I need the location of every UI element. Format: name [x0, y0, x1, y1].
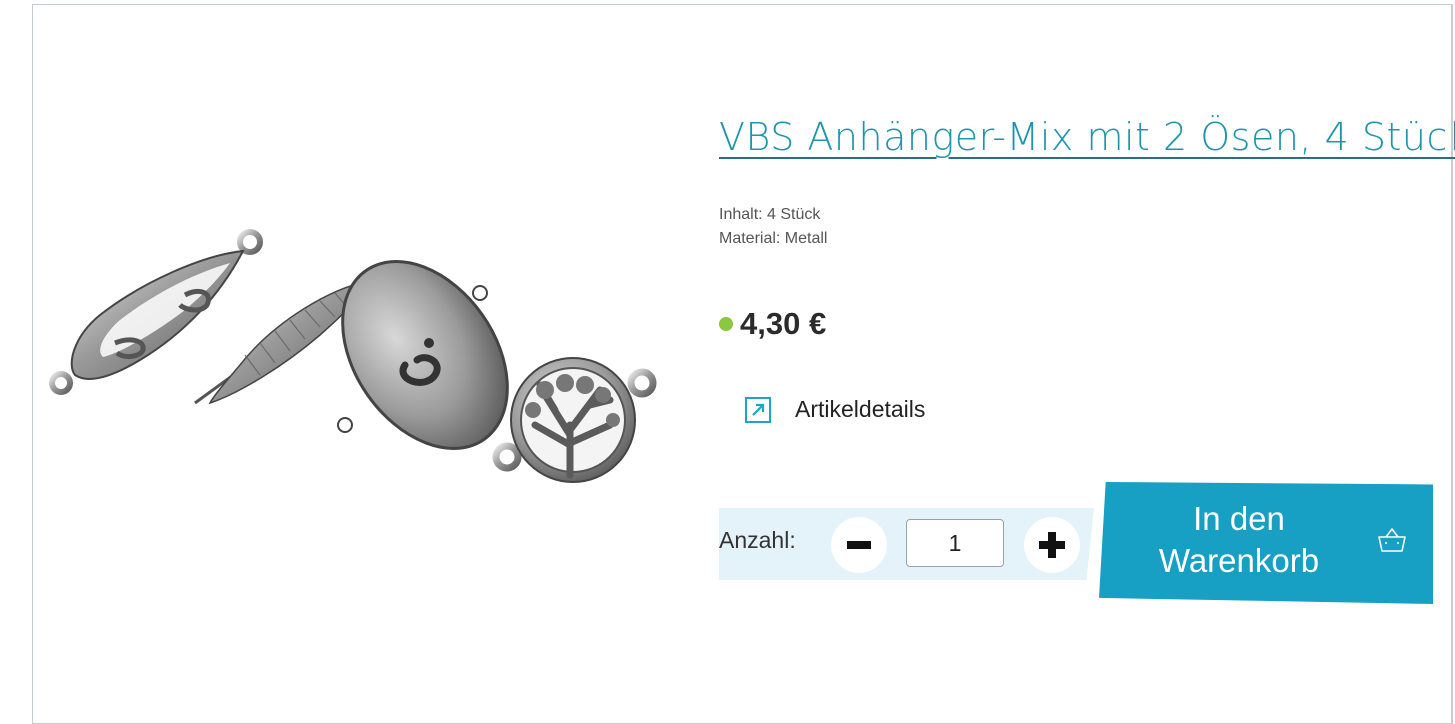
- product-title[interactable]: VBS Anhänger-Mix mit 2 Ösen, 4 Stück: [719, 115, 1455, 159]
- oval-charm: [337, 260, 509, 450]
- external-link-arrow-icon: [745, 396, 771, 423]
- content-info: Inhalt: 4 Stück: [719, 206, 821, 223]
- increase-quantity-button[interactable]: [1024, 517, 1080, 573]
- price: 4,30 €: [740, 306, 827, 341]
- decrease-quantity-button[interactable]: [831, 517, 887, 573]
- product-meta: Inhalt: 4 Stück Material: Metall: [719, 203, 827, 251]
- tree-charm: [492, 357, 657, 483]
- quantity-label: Anzahl:: [719, 527, 796, 553]
- add-to-cart-label: In den Warenkorb: [1139, 498, 1339, 582]
- add-to-cart-label-line2: Warenkorb: [1158, 542, 1320, 579]
- material-info: Material: Metall: [719, 230, 828, 247]
- details-link[interactable]: Artikeldetails: [745, 396, 925, 423]
- plus-icon: [1039, 532, 1065, 558]
- product-image[interactable]: [45, 225, 665, 490]
- price-row: 4,30 €: [719, 306, 826, 342]
- add-to-cart-label-line1: In den: [1193, 500, 1285, 537]
- quantity-input[interactable]: [906, 519, 1004, 567]
- add-to-cart-button[interactable]: In den Warenkorb: [1099, 482, 1433, 604]
- details-label: Artikeldetails: [795, 396, 926, 422]
- basket-icon: [1378, 528, 1406, 552]
- availability-dot-icon: [719, 317, 733, 331]
- minus-icon: [847, 541, 871, 549]
- wing-charm: [49, 229, 263, 395]
